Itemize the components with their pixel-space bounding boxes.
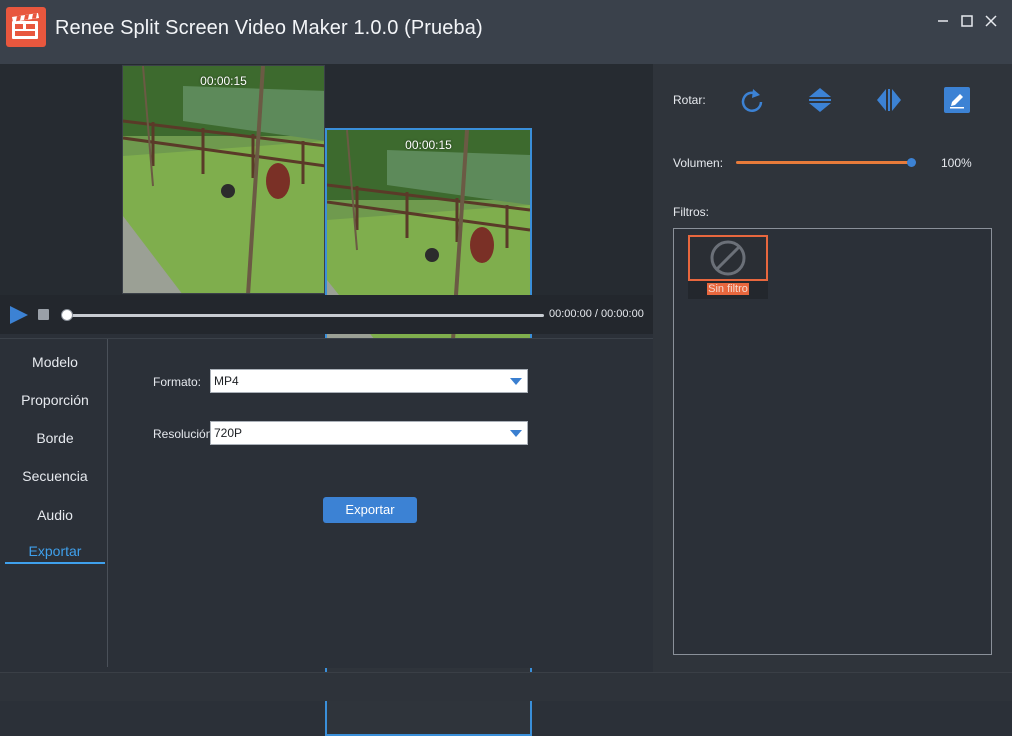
filter-preview — [688, 235, 768, 281]
no-filter-icon — [710, 240, 746, 276]
clip-timestamp-left: 00:00:15 — [200, 74, 247, 88]
minimize-button[interactable] — [932, 10, 954, 32]
chevron-down-icon — [510, 378, 522, 385]
seek-handle[interactable] — [61, 309, 73, 321]
flip-vertical-icon — [809, 88, 831, 112]
edit-button[interactable] — [943, 86, 971, 114]
rotate-clockwise-button[interactable] — [738, 86, 766, 114]
window-title: Renee Split Screen Video Maker 1.0.0 (Pr… — [55, 17, 483, 39]
status-bar — [0, 672, 1012, 701]
resolution-label: Resolución — [153, 427, 213, 441]
player-controls: 00:00:00 / 00:00:00 — [0, 295, 653, 334]
clip-timestamp-right: 00:00:15 — [405, 138, 452, 152]
flip-vertical-button[interactable] — [806, 86, 834, 114]
pencil-edit-icon — [944, 87, 970, 113]
video-frame-left — [123, 66, 324, 293]
video-preview: 00:00:15 00:00:15 — [0, 64, 653, 736]
play-button[interactable] — [9, 305, 29, 330]
tab-modelo[interactable]: Modelo — [5, 349, 105, 375]
title-bar: Renee Split Screen Video Maker 1.0.0 (Pr… — [0, 0, 1012, 64]
format-select[interactable]: MP4 — [210, 369, 528, 393]
flip-horizontal-icon — [877, 89, 901, 111]
flip-horizontal-button[interactable] — [875, 86, 903, 114]
rotate-label: Rotar: — [673, 93, 706, 107]
close-icon — [985, 15, 997, 27]
chevron-down-icon — [510, 430, 522, 437]
maximize-icon — [961, 15, 973, 27]
filters-list: Sin filtro — [673, 228, 992, 655]
settings-tabs: Modelo Proporción Borde Secuencia Audio … — [0, 339, 108, 667]
seek-bar[interactable] — [66, 314, 544, 317]
resolution-select[interactable]: 720P — [210, 421, 528, 445]
volume-value: 100% — [941, 156, 972, 170]
volume-slider-handle[interactable] — [907, 158, 916, 167]
export-button[interactable]: Exportar — [323, 497, 417, 523]
stop-button[interactable] — [38, 309, 49, 320]
tab-proporcion[interactable]: Proporción — [5, 387, 105, 413]
side-panel: Rotar: Volumen: 100% Filtros: Sin filtro — [653, 64, 1012, 672]
app-logo-icon — [6, 7, 46, 47]
format-label: Formato: — [153, 375, 202, 389]
tab-borde[interactable]: Borde — [5, 425, 105, 451]
video-clip-left[interactable]: 00:00:15 — [122, 65, 325, 294]
tab-secuencia[interactable]: Secuencia — [5, 463, 105, 489]
filter-label: Sin filtro — [688, 283, 768, 295]
resolution-value: 720P — [214, 426, 243, 440]
format-value: MP4 — [214, 374, 239, 388]
settings-panel: Modelo Proporción Borde Secuencia Audio … — [0, 338, 653, 668]
time-readout: 00:00:00 / 00:00:00 — [549, 308, 644, 320]
tab-audio[interactable]: Audio — [5, 502, 105, 528]
tab-exportar[interactable]: Exportar — [5, 538, 105, 564]
play-icon — [10, 306, 28, 324]
volume-label: Volumen: — [673, 156, 724, 170]
minimize-icon — [938, 20, 948, 22]
maximize-button[interactable] — [956, 10, 978, 32]
filters-label: Filtros: — [673, 205, 709, 219]
close-button[interactable] — [980, 10, 1002, 32]
filter-item-sin-filtro[interactable]: Sin filtro — [688, 235, 768, 299]
volume-slider[interactable] — [736, 161, 913, 164]
rotate-clockwise-icon — [741, 89, 763, 112]
filter-name-text: Sin filtro — [707, 283, 749, 295]
